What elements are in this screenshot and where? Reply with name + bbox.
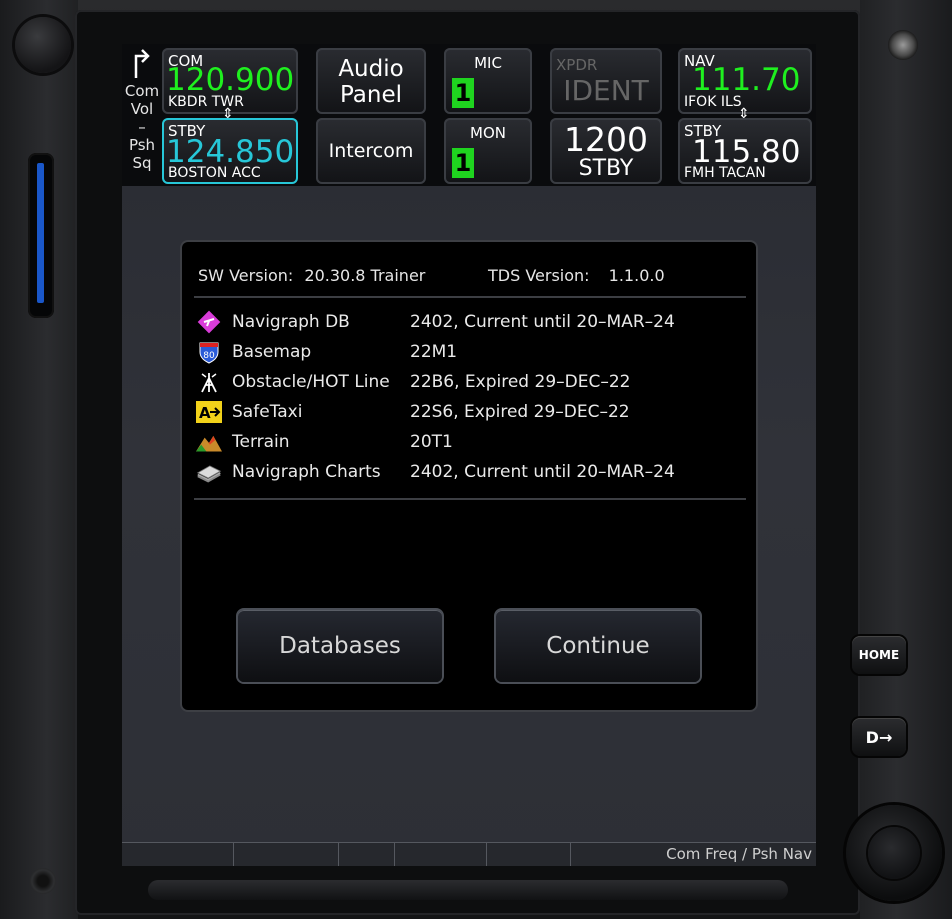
com-standby-tile[interactable]: STBY 124.850 BOSTON ACC: [162, 118, 298, 184]
sw-version: SW Version: 20.30.8 Trainer: [198, 266, 425, 285]
mic-selector[interactable]: MIC 1: [444, 48, 532, 114]
hint-line: Vol: [130, 100, 154, 118]
database-status: 22B6, Expired 29–DEC–22: [410, 372, 631, 392]
knob-hint: Com Freq / Psh Nav: [666, 845, 812, 863]
database-name: Terrain: [232, 432, 290, 452]
navigraph-db-icon: [196, 310, 222, 334]
xpdr-ident-button[interactable]: XPDR IDENT: [550, 48, 662, 114]
frequency-knob[interactable]: [846, 805, 942, 901]
nav-active-tile[interactable]: NAV 111.70 IFOK ILS: [678, 48, 812, 114]
mic-label: MIC: [474, 54, 502, 72]
sw-version-value: 20.30.8 Trainer: [304, 266, 426, 285]
inner-knob[interactable]: [868, 827, 920, 879]
database-status: 20T1: [410, 432, 453, 452]
database-name: SafeTaxi: [232, 402, 303, 422]
com-standby-station: BOSTON ACC: [168, 165, 261, 181]
right-bezel: [860, 0, 952, 919]
database-row: Navigraph DB 2402, Current until 20–MAR–…: [196, 308, 675, 336]
audio-panel-label: Audio: [338, 56, 404, 82]
mon-selector[interactable]: MON 1: [444, 118, 532, 184]
ident-label: IDENT: [563, 74, 649, 107]
hint-line: Psh: [128, 136, 156, 154]
softkey-divider: [486, 843, 487, 866]
softkey-divider: [394, 843, 395, 866]
bottom-softkey-strip: Com Freq / Psh Nav: [122, 842, 816, 866]
hint-line: Com: [124, 82, 160, 100]
intercom-label: Intercom: [328, 140, 414, 162]
audio-panel-label: Panel: [339, 82, 403, 108]
database-name: Basemap: [232, 342, 312, 362]
mon-label: MON: [470, 124, 506, 142]
top-status-bar: Com Vol – Psh Sq COM 120.900 KBDR TWR ⇕ …: [122, 44, 816, 186]
database-row: 80 Basemap 22M1: [196, 338, 457, 366]
safetaxi-badge: A: [199, 404, 211, 422]
divider: [194, 296, 746, 298]
com-knob-hint: Com Vol – Psh Sq: [122, 44, 162, 186]
sw-version-label: SW Version:: [198, 266, 294, 285]
database-name: Navigraph Charts: [232, 462, 381, 482]
com-active-frequency: 120.900: [166, 62, 295, 98]
hint-line: Sq: [132, 154, 152, 172]
left-bezel: [0, 0, 78, 919]
mic-value-badge: 1: [452, 78, 474, 108]
tds-version: TDS Version: 1.1.0.0: [488, 266, 665, 285]
screw-icon: [30, 868, 56, 894]
version-dialog: SW Version: 20.30.8 Trainer TDS Version:…: [182, 242, 756, 710]
hint-line: –: [138, 118, 146, 136]
softkey-divider: [338, 843, 339, 866]
screen: Com Vol – Psh Sq COM 120.900 KBDR TWR ⇕ …: [122, 44, 816, 866]
xpdr-code-button[interactable]: 1200 STBY: [550, 118, 662, 184]
database-row: Navigraph Charts 2402, Current until 20–…: [196, 458, 675, 486]
database-name: Navigraph DB: [232, 312, 350, 332]
volume-knob[interactable]: [15, 17, 71, 73]
basemap-icon: 80: [196, 340, 222, 364]
charts-icon: [196, 460, 222, 484]
nav-standby-tile[interactable]: STBY 115.80 FMH TACAN: [678, 118, 812, 184]
nav-standby-station: FMH TACAN: [684, 165, 766, 181]
database-status: 2402, Current until 20–MAR–24: [410, 312, 675, 332]
continue-button[interactable]: Continue: [496, 610, 700, 682]
mon-value-badge: 1: [452, 148, 474, 178]
safetaxi-icon: A: [196, 400, 222, 424]
home-button[interactable]: HOME: [852, 636, 906, 674]
back-arrow-icon: [134, 49, 150, 78]
basemap-badge: 80: [203, 351, 215, 361]
database-row: A SafeTaxi 22S6, Expired 29–DEC–22: [196, 398, 630, 426]
obstacle-icon: [196, 370, 222, 394]
database-name: Obstacle/HOT Line: [232, 372, 390, 392]
tds-version-label: TDS Version:: [488, 266, 590, 285]
direct-to-button[interactable]: D→: [852, 718, 906, 756]
tds-version-value: 1.1.0.0: [608, 266, 665, 285]
softkey-divider: [570, 843, 571, 866]
database-row: Terrain 20T1: [196, 428, 453, 456]
audio-panel-button[interactable]: Audio Panel: [316, 48, 426, 114]
sd-card-slot: [28, 153, 54, 318]
database-row: Obstacle/HOT Line 22B6, Expired 29–DEC–2…: [196, 368, 630, 396]
databases-button[interactable]: Databases: [238, 610, 442, 682]
squawk-code: 1200: [564, 120, 648, 159]
database-status: 22M1: [410, 342, 458, 362]
nav-active-station: IFOK ILS: [684, 94, 742, 110]
nav-active-frequency: 111.70: [692, 62, 801, 98]
database-status: 2402, Current until 20–MAR–24: [410, 462, 675, 482]
device-bezel: HOME D→ Com Vol – Psh Sq COM 120.900 KBD…: [0, 0, 952, 919]
bottom-bezel-bar: [148, 880, 788, 900]
xpdr-label: XPDR: [556, 56, 598, 74]
com-active-tile[interactable]: COM 120.900 KBDR TWR: [162, 48, 298, 114]
terrain-icon: [196, 430, 222, 454]
softkey-divider: [233, 843, 234, 866]
intercom-button[interactable]: Intercom: [316, 118, 426, 184]
sd-card: [37, 163, 44, 303]
divider: [194, 498, 746, 500]
xpdr-mode: STBY: [578, 156, 634, 181]
light-sensor-icon: [888, 30, 918, 60]
database-status: 22S6, Expired 29–DEC–22: [410, 402, 630, 422]
